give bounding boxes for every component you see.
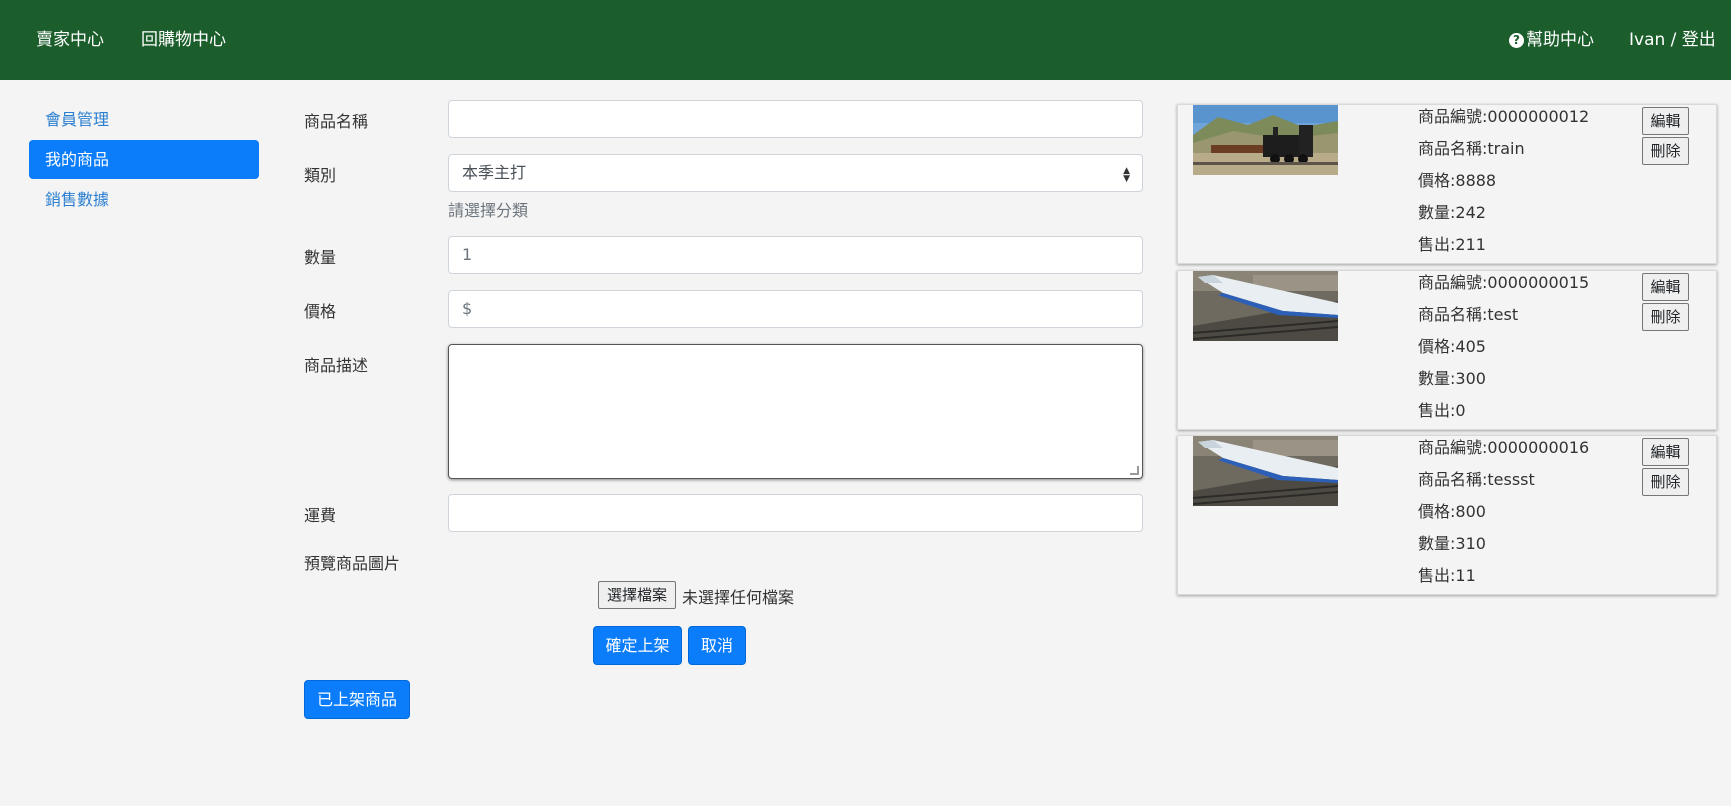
choose-file-button[interactable]: 選擇檔案 <box>598 581 677 609</box>
sidebar-item-my-products[interactable]: 我的商品 <box>29 140 259 179</box>
product-sold: 售出:11 <box>1418 566 1476 585</box>
product-card: 商品編號:0000000015 商品名稱:test 價格:405 數量:300 … <box>1177 270 1717 430</box>
delete-button[interactable]: 刪除 <box>1642 468 1689 496</box>
product-image-bullet-train <box>1193 271 1338 341</box>
product-sold: 售出:211 <box>1418 235 1486 254</box>
category-select[interactable]: 本季主打 ▲ ▼ <box>448 154 1143 192</box>
edit-button[interactable]: 編輯 <box>1642 438 1689 466</box>
nav-seller-center[interactable]: 賣家中心 <box>36 28 104 52</box>
quantity-label: 數量 <box>304 248 337 267</box>
product-id: 商品編號:0000000016 <box>1418 438 1590 457</box>
sidebar-item-sales-data[interactable]: 銷售數據 <box>29 180 259 219</box>
resize-handle-icon[interactable] <box>1130 466 1139 475</box>
product-info: 商品編號:0000000015 商品名稱:test 價格:405 數量:300 … <box>1418 271 1589 431</box>
shipping-label: 運費 <box>304 506 337 525</box>
product-id: 商品編號:0000000012 <box>1418 107 1590 126</box>
product-sold: 售出:0 <box>1418 401 1466 420</box>
name-label: 商品名稱 <box>304 112 369 131</box>
question-circle-icon: ? <box>1509 32 1524 48</box>
product-price: 價格:800 <box>1418 502 1486 521</box>
product-card: 商品編號:0000000012 商品名稱:train 價格:8888 數量:24… <box>1177 104 1717 264</box>
shipping-input[interactable] <box>448 494 1143 532</box>
product-info: 商品編號:0000000012 商品名稱:train 價格:8888 數量:24… <box>1418 105 1589 265</box>
quantity-input[interactable]: 1 <box>448 236 1143 274</box>
product-name: 商品名稱:tessst <box>1418 470 1535 489</box>
product-info: 商品編號:0000000016 商品名稱:tessst 價格:800 數量:31… <box>1418 436 1589 596</box>
product-name: 商品名稱:train <box>1418 139 1525 158</box>
delete-button[interactable]: 刪除 <box>1642 137 1689 165</box>
listed-products-button[interactable]: 已上架商品 <box>304 680 410 719</box>
product-name-input[interactable] <box>448 100 1143 138</box>
submit-listing-button[interactable]: 確定上架 <box>593 626 682 665</box>
delete-button[interactable]: 刪除 <box>1642 303 1689 331</box>
edit-button[interactable]: 編輯 <box>1642 273 1689 301</box>
category-label: 類別 <box>304 166 337 185</box>
nav-user-logout[interactable]: Ivan / 登出 <box>1629 28 1716 52</box>
file-status-text: 未選擇任何檔案 <box>682 588 795 607</box>
product-price: 價格:8888 <box>1418 171 1497 190</box>
preview-image-label: 預覽商品圖片 <box>304 554 401 573</box>
top-navbar: 賣家中心 回購物中心 ? 幫助中心 Ivan / 登出 <box>0 0 1731 80</box>
price-input[interactable]: $ <box>448 290 1143 328</box>
product-image-steam-train <box>1193 105 1338 175</box>
product-quantity: 數量:242 <box>1418 203 1486 222</box>
nav-back-to-shop[interactable]: 回購物中心 <box>141 28 226 52</box>
edit-button[interactable]: 編輯 <box>1642 107 1689 135</box>
product-quantity: 數量:310 <box>1418 534 1486 553</box>
category-hint: 請選擇分類 <box>448 201 529 220</box>
select-arrows-icon: ▲ ▼ <box>1123 166 1130 184</box>
product-quantity: 數量:300 <box>1418 369 1486 388</box>
product-id: 商品編號:0000000015 <box>1418 273 1590 292</box>
price-label: 價格 <box>304 302 337 321</box>
nav-help-center[interactable]: ? 幫助中心 <box>1509 28 1594 52</box>
category-selected-value: 本季主打 <box>462 163 527 182</box>
product-price: 價格:405 <box>1418 337 1486 356</box>
description-label: 商品描述 <box>304 356 369 375</box>
description-textarea[interactable] <box>448 344 1143 479</box>
cancel-button[interactable]: 取消 <box>688 626 746 665</box>
product-card: 商品編號:0000000016 商品名稱:tessst 價格:800 數量:31… <box>1177 435 1717 595</box>
sidebar-item-member-management[interactable]: 會員管理 <box>29 100 259 139</box>
product-image-bullet-train <box>1193 436 1338 506</box>
help-center-label: 幫助中心 <box>1526 30 1594 50</box>
product-name: 商品名稱:test <box>1418 305 1519 324</box>
